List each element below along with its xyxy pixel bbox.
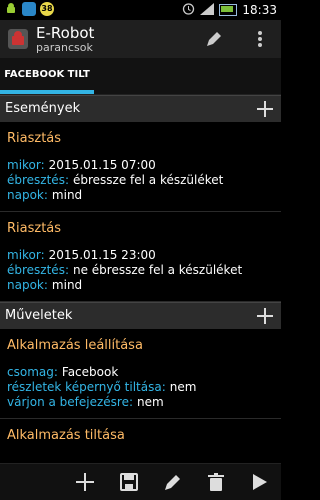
item-title: Riasztás	[7, 131, 62, 146]
field-label: mikor:	[7, 248, 45, 262]
field-value: ébressze fel a készüléket	[73, 173, 224, 187]
field-label: ébresztés:	[7, 173, 69, 187]
field-label: napok:	[7, 278, 48, 292]
field-value: nem	[137, 395, 164, 409]
overflow-menu-icon[interactable]	[246, 25, 274, 53]
field-value: 2015.01.15 07:00	[48, 158, 156, 172]
android-notification-icon	[4, 2, 18, 16]
action-bar: E-Robot parancsok	[0, 20, 281, 58]
alarm-icon	[182, 2, 195, 18]
save-icon[interactable]	[118, 471, 140, 493]
delete-trash-icon[interactable]	[205, 471, 227, 493]
field-label: ébresztés:	[7, 263, 69, 277]
section-title: Műveletek	[5, 308, 73, 323]
app-subtitle: parancsok	[36, 41, 93, 54]
field-label: csomag:	[7, 365, 58, 379]
field-label: várjon a befejezésre:	[7, 395, 134, 409]
signal-icon	[200, 2, 215, 18]
battery-icon	[219, 4, 238, 16]
field-value: 2015.01.15 23:00	[48, 248, 156, 262]
list-item[interactable]: Riasztás mikor: 2015.01.15 23:00 ébreszté…	[0, 212, 281, 302]
field-value: mind	[51, 188, 83, 202]
section-header-events: Események	[0, 95, 281, 122]
list-item[interactable]: Alkalmazás leállítása csomag: Facebook ré…	[0, 329, 281, 419]
list-item[interactable]: Alkalmazás tiltása	[0, 419, 281, 463]
play-icon[interactable]	[248, 471, 270, 493]
add-action-icon[interactable]	[255, 306, 275, 326]
field-label: részletek képernyő tiltása:	[7, 380, 166, 394]
field-label: napok:	[7, 188, 48, 202]
section-title: Események	[5, 101, 81, 116]
tab-indicator	[0, 90, 94, 94]
add-event-icon[interactable]	[255, 99, 275, 119]
clock: 18:33	[242, 3, 277, 17]
edit-pencil-icon[interactable]	[200, 25, 228, 53]
field-value: ne ébressze fel a készüléket	[73, 263, 243, 277]
app-title: E-Robot	[36, 24, 95, 42]
item-title: Alkalmazás leállítása	[7, 338, 143, 353]
app-notification-icon	[22, 2, 36, 16]
item-title: Alkalmazás tiltása	[7, 428, 125, 443]
badge-icon: 38	[40, 2, 54, 16]
tab-facebook-tilt[interactable]: FACEBOOK TILT	[0, 58, 94, 91]
field-value: Facebook	[61, 365, 119, 379]
list-item[interactable]: Riasztás mikor: 2015.01.15 07:00 ébreszté…	[0, 122, 281, 212]
tab-bar: FACEBOOK TILT	[0, 58, 281, 95]
app-logo-icon[interactable]	[6, 27, 30, 51]
field-value: mind	[51, 278, 83, 292]
item-title: Riasztás	[7, 221, 62, 236]
field-value: nem	[169, 380, 197, 394]
edit-icon[interactable]	[162, 471, 184, 493]
section-header-actions: Műveletek	[0, 302, 281, 329]
field-label: mikor:	[7, 158, 45, 172]
add-icon[interactable]	[74, 471, 96, 493]
bottom-action-bar	[0, 463, 281, 500]
status-bar: 38 18:33	[0, 0, 281, 20]
